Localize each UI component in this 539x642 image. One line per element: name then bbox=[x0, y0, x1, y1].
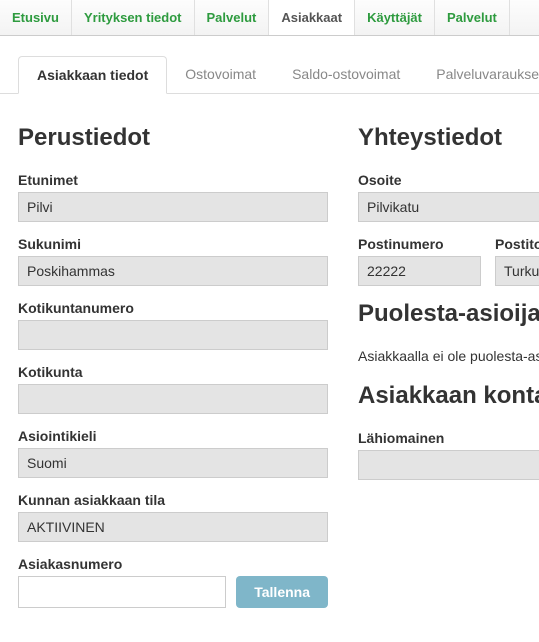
sub-tabs: Asiakkaan tiedot Ostovoimat Saldo-ostovo… bbox=[0, 56, 539, 94]
label-kotikuntanumero: Kotikuntanumero bbox=[18, 300, 328, 316]
subtab-ostovoimat[interactable]: Ostovoimat bbox=[167, 56, 274, 93]
heading-kontaktit: Asiakkaan kontaktit bbox=[358, 382, 539, 410]
input-kotikunta[interactable] bbox=[18, 384, 328, 414]
input-kunnan-tila[interactable]: AKTIIVINEN bbox=[18, 512, 328, 542]
field-postinumero: Postinumero 22222 bbox=[358, 236, 481, 286]
input-asiakasnumero[interactable] bbox=[18, 576, 226, 608]
input-postinumero[interactable]: 22222 bbox=[358, 256, 481, 286]
field-kotikunta: Kotikunta bbox=[18, 364, 328, 414]
topnav-etusivu[interactable]: Etusivu bbox=[0, 0, 72, 35]
input-osoite[interactable]: Pilvikatu bbox=[358, 192, 539, 222]
label-osoite: Osoite bbox=[358, 172, 539, 188]
field-osoite: Osoite Pilvikatu bbox=[358, 172, 539, 222]
field-kotikuntanumero: Kotikuntanumero bbox=[18, 300, 328, 350]
heading-perustiedot: Perustiedot bbox=[18, 124, 328, 152]
label-kotikunta: Kotikunta bbox=[18, 364, 328, 380]
input-lahiomainen[interactable] bbox=[358, 450, 539, 480]
col-perustiedot: Perustiedot Etunimet Pilvi Sukunimi Posk… bbox=[18, 124, 328, 622]
field-sukunimi: Sukunimi Poskihammas bbox=[18, 236, 328, 286]
subtab-palveluvaraukset[interactable]: Palveluvaraukset bbox=[418, 56, 539, 93]
field-asiakasnumero: Asiakasnumero Tallenna bbox=[18, 556, 328, 608]
input-etunimet[interactable]: Pilvi bbox=[18, 192, 328, 222]
content: Perustiedot Etunimet Pilvi Sukunimi Posk… bbox=[0, 94, 539, 642]
field-kunnan-tila: Kunnan asiakkaan tila AKTIIVINEN bbox=[18, 492, 328, 542]
tallenna-button[interactable]: Tallenna bbox=[236, 576, 328, 608]
top-nav: Etusivu Yrityksen tiedot Palvelut Asiakk… bbox=[0, 0, 539, 36]
label-lahiomainen: Lähiomainen bbox=[358, 430, 539, 446]
label-asiakasnumero: Asiakasnumero bbox=[18, 556, 328, 572]
subtab-saldo-ostovoimat[interactable]: Saldo-ostovoimat bbox=[274, 56, 418, 93]
input-sukunimi[interactable]: Poskihammas bbox=[18, 256, 328, 286]
field-postitoimipaikka: Postitoimipaikka Turku bbox=[495, 236, 539, 286]
topnav-asiakkaat[interactable]: Asiakkaat bbox=[269, 0, 355, 35]
field-etunimet: Etunimet Pilvi bbox=[18, 172, 328, 222]
heading-yhteystiedot: Yhteystiedot bbox=[358, 124, 539, 152]
subtab-asiakkaan-tiedot[interactable]: Asiakkaan tiedot bbox=[18, 56, 167, 94]
input-kotikuntanumero[interactable] bbox=[18, 320, 328, 350]
topnav-palvelut-2[interactable]: Palvelut bbox=[435, 0, 510, 35]
label-sukunimi: Sukunimi bbox=[18, 236, 328, 252]
label-postitoimipaikka: Postitoimipaikka bbox=[495, 236, 539, 252]
topnav-kayttajat[interactable]: Käyttäjät bbox=[355, 0, 435, 35]
heading-puolesta: Puolesta-asioija bbox=[358, 300, 539, 328]
label-etunimet: Etunimet bbox=[18, 172, 328, 188]
label-postinumero: Postinumero bbox=[358, 236, 481, 252]
topnav-yrityksen-tiedot[interactable]: Yrityksen tiedot bbox=[72, 0, 195, 35]
field-lahiomainen: Lähiomainen bbox=[358, 430, 539, 480]
input-asiointikieli[interactable]: Suomi bbox=[18, 448, 328, 478]
field-asiointikieli: Asiointikieli Suomi bbox=[18, 428, 328, 478]
label-kunnan-tila: Kunnan asiakkaan tila bbox=[18, 492, 328, 508]
note-puolesta: Asiakkaalla ei ole puolesta-asioijaa bbox=[358, 348, 539, 364]
input-postitoimipaikka[interactable]: Turku bbox=[495, 256, 539, 286]
label-asiointikieli: Asiointikieli bbox=[18, 428, 328, 444]
col-right: Yhteystiedot Osoite Pilvikatu Postinumer… bbox=[358, 124, 539, 622]
topnav-palvelut[interactable]: Palvelut bbox=[195, 0, 270, 35]
